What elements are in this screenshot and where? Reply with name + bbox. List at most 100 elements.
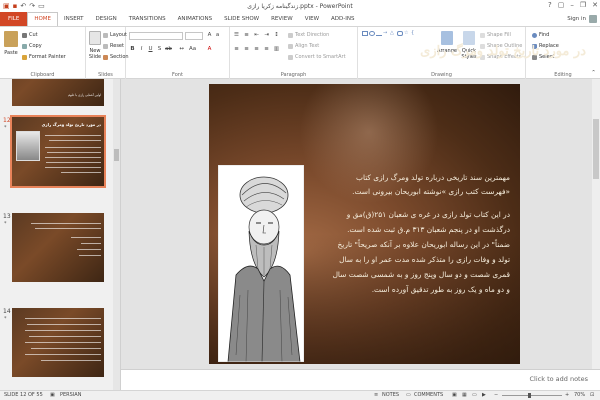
new-slide-button[interactable]: New Slide [88, 31, 102, 60]
slide-body-line[interactable]: تولد و وفات رازی را متذکر شده مدت عمر او… [339, 255, 510, 264]
bullets-icon[interactable]: ☰ [233, 32, 240, 39]
zoom-level[interactable]: 70% [574, 392, 585, 398]
shadow-icon[interactable]: S [156, 46, 163, 53]
section-button[interactable]: Section [103, 54, 129, 60]
font-name-combo[interactable] [129, 32, 183, 40]
zoom-slider[interactable] [502, 395, 562, 396]
group-label-editing: Editing [554, 72, 572, 78]
rounded-rect-shape-icon[interactable] [397, 31, 403, 36]
italic-icon[interactable]: I [138, 46, 145, 53]
tab-design[interactable]: DESIGN [90, 12, 123, 26]
font-color-icon[interactable]: A [206, 46, 213, 53]
decrease-indent-icon[interactable]: ⇤ [253, 32, 260, 39]
shrink-font-icon[interactable]: a [214, 32, 221, 39]
underline-icon[interactable]: U [147, 46, 154, 53]
tab-home[interactable]: HOME [27, 12, 59, 26]
edit-area-scrollbar[interactable] [592, 79, 600, 369]
increase-indent-icon[interactable]: ⇥ [263, 32, 270, 39]
find-button[interactable]: Find [532, 32, 549, 38]
text-direction-button[interactable]: Text Direction [288, 32, 329, 38]
tab-insert[interactable]: INSERT [58, 12, 89, 26]
ribbon-display-icon[interactable]: ▢ [558, 1, 565, 9]
line-shape-icon[interactable] [376, 31, 382, 36]
thumbnail-scroll-thumb[interactable] [114, 149, 119, 161]
rectangle-shape-icon[interactable] [362, 31, 368, 36]
razi-portrait-image[interactable] [218, 165, 304, 362]
character-spacing-icon[interactable]: ↔ [178, 46, 185, 53]
numbering-icon[interactable]: ≡ [243, 32, 250, 39]
cut-button[interactable]: Cut [22, 32, 38, 38]
tab-review[interactable]: REVIEW [265, 12, 299, 26]
restore-icon[interactable]: ❐ [580, 1, 586, 9]
format-painter-button[interactable]: Format Painter [22, 54, 66, 60]
arrow-shape-icon[interactable]: → [383, 31, 389, 36]
columns-icon[interactable]: ▥ [273, 46, 280, 53]
close-icon[interactable]: ✕ [592, 1, 598, 9]
oval-shape-icon[interactable] [369, 31, 375, 36]
justify-icon[interactable]: ≡ [263, 46, 270, 53]
tab-add-ins[interactable]: ADD-INS [325, 12, 360, 26]
slide-sorter-icon[interactable]: ▦ [462, 392, 467, 398]
slide-body-line[interactable]: قمری شصت و دو سال وپنج روز و به شمسی شصت… [333, 270, 510, 279]
slide-body-line[interactable]: «فهرست کتب رازی »نوشته ابوریحان بیرونی ا… [352, 187, 510, 196]
notes-pane[interactable]: Click to add notes [121, 369, 600, 390]
paste-button[interactable]: Paste [3, 31, 19, 56]
proofing-icon[interactable]: ▣ [50, 392, 55, 398]
minimize-icon[interactable]: – [570, 1, 574, 9]
brush-icon [22, 54, 27, 60]
ribbon-tabs: FILE HOME INSERT DESIGN TRANSITIONS ANIM… [0, 12, 600, 26]
zoom-out-icon[interactable]: − [494, 392, 498, 398]
avatar[interactable] [589, 15, 597, 23]
align-left-icon[interactable]: ≡ [233, 46, 240, 53]
slide-body-line[interactable]: درگذشت او در پنجم شعبان ۳۱۳ م.ق ثبت شده … [347, 225, 510, 234]
layout-icon [103, 32, 108, 38]
convert-smartart-button[interactable]: Convert to SmartArt [288, 54, 346, 60]
reading-view-icon[interactable]: ▭ [472, 392, 477, 398]
help-icon[interactable]: ? [548, 1, 552, 9]
notes-toggle-button[interactable]: NOTES [382, 392, 399, 398]
star-shape-icon[interactable]: ☆ [404, 31, 410, 36]
thumbnail-scrollbar[interactable] [113, 79, 120, 390]
slide-body-line[interactable]: مهمترین سند تاریخی درباره تولد ومرگ رازی… [356, 173, 510, 182]
slide-body-line[interactable]: ضمناً" در این رساله ابوریحان علاوه بر آن… [338, 240, 511, 249]
sign-in-link[interactable]: Sign in [567, 12, 586, 26]
bold-icon[interactable]: B [129, 46, 136, 53]
tab-transitions[interactable]: TRANSITIONS [123, 12, 172, 26]
language-indicator[interactable]: PERSIAN [60, 392, 81, 398]
align-text-button[interactable]: Align Text [288, 43, 319, 49]
comments-toggle-button[interactable]: COMMENTS [414, 392, 443, 398]
tab-file[interactable]: FILE [0, 12, 28, 26]
grow-font-icon[interactable]: A [206, 32, 213, 39]
tab-view[interactable]: VIEW [299, 12, 325, 26]
slide-body-line[interactable]: در این کتاب تولد رازی در غره ی شعبان ۲۵۱… [347, 210, 510, 219]
layout-button[interactable]: Layout [103, 32, 127, 38]
edit-scroll-thumb[interactable] [593, 119, 599, 179]
shape-fill-button[interactable]: Shape Fill [480, 32, 511, 38]
tab-slide-show[interactable]: SLIDE SHOW [218, 12, 265, 26]
tab-animations[interactable]: ANIMATIONS [172, 12, 219, 26]
shapes-gallery[interactable]: → △ ☆ { [362, 31, 426, 55]
brace-shape-icon[interactable]: { [411, 31, 417, 36]
slide-thumbnail-12[interactable]: در مورد تاریخ تولد ومرگ رازی [10, 115, 106, 188]
copy-button[interactable]: Copy [22, 43, 42, 49]
slide-thumbnail-13[interactable] [12, 213, 104, 282]
normal-view-icon[interactable]: ▣ [452, 392, 457, 398]
change-case-icon[interactable]: Aa [189, 46, 196, 53]
strikethrough-icon[interactable]: ab [165, 46, 172, 53]
line-spacing-icon[interactable]: ↕ [273, 32, 280, 39]
slide-body-line[interactable]: و دو ماه و یک روز به طور تدقیق آورده است… [372, 285, 510, 294]
align-right-icon[interactable]: ≡ [253, 46, 260, 53]
reset-button[interactable]: Reset [103, 43, 124, 49]
slide-title[interactable]: در مورد تاریخ تولد ومرگ رازی [420, 44, 586, 59]
slide-thumbnail-11[interactable]: اولین آشنایی رازی با علوم [12, 79, 104, 106]
slide-thumbnail-14[interactable] [12, 308, 104, 377]
fit-to-window-icon[interactable]: ⊡ [590, 392, 594, 398]
slideshow-view-icon[interactable]: ▶ [482, 392, 486, 398]
notes-placeholder[interactable]: Click to add notes [530, 375, 588, 383]
search-icon [532, 32, 537, 38]
triangle-shape-icon[interactable]: △ [390, 31, 396, 36]
zoom-slider-thumb[interactable] [528, 393, 531, 398]
zoom-in-icon[interactable]: + [565, 392, 569, 398]
align-center-icon[interactable]: ≡ [243, 46, 250, 53]
font-size-combo[interactable] [185, 32, 203, 40]
